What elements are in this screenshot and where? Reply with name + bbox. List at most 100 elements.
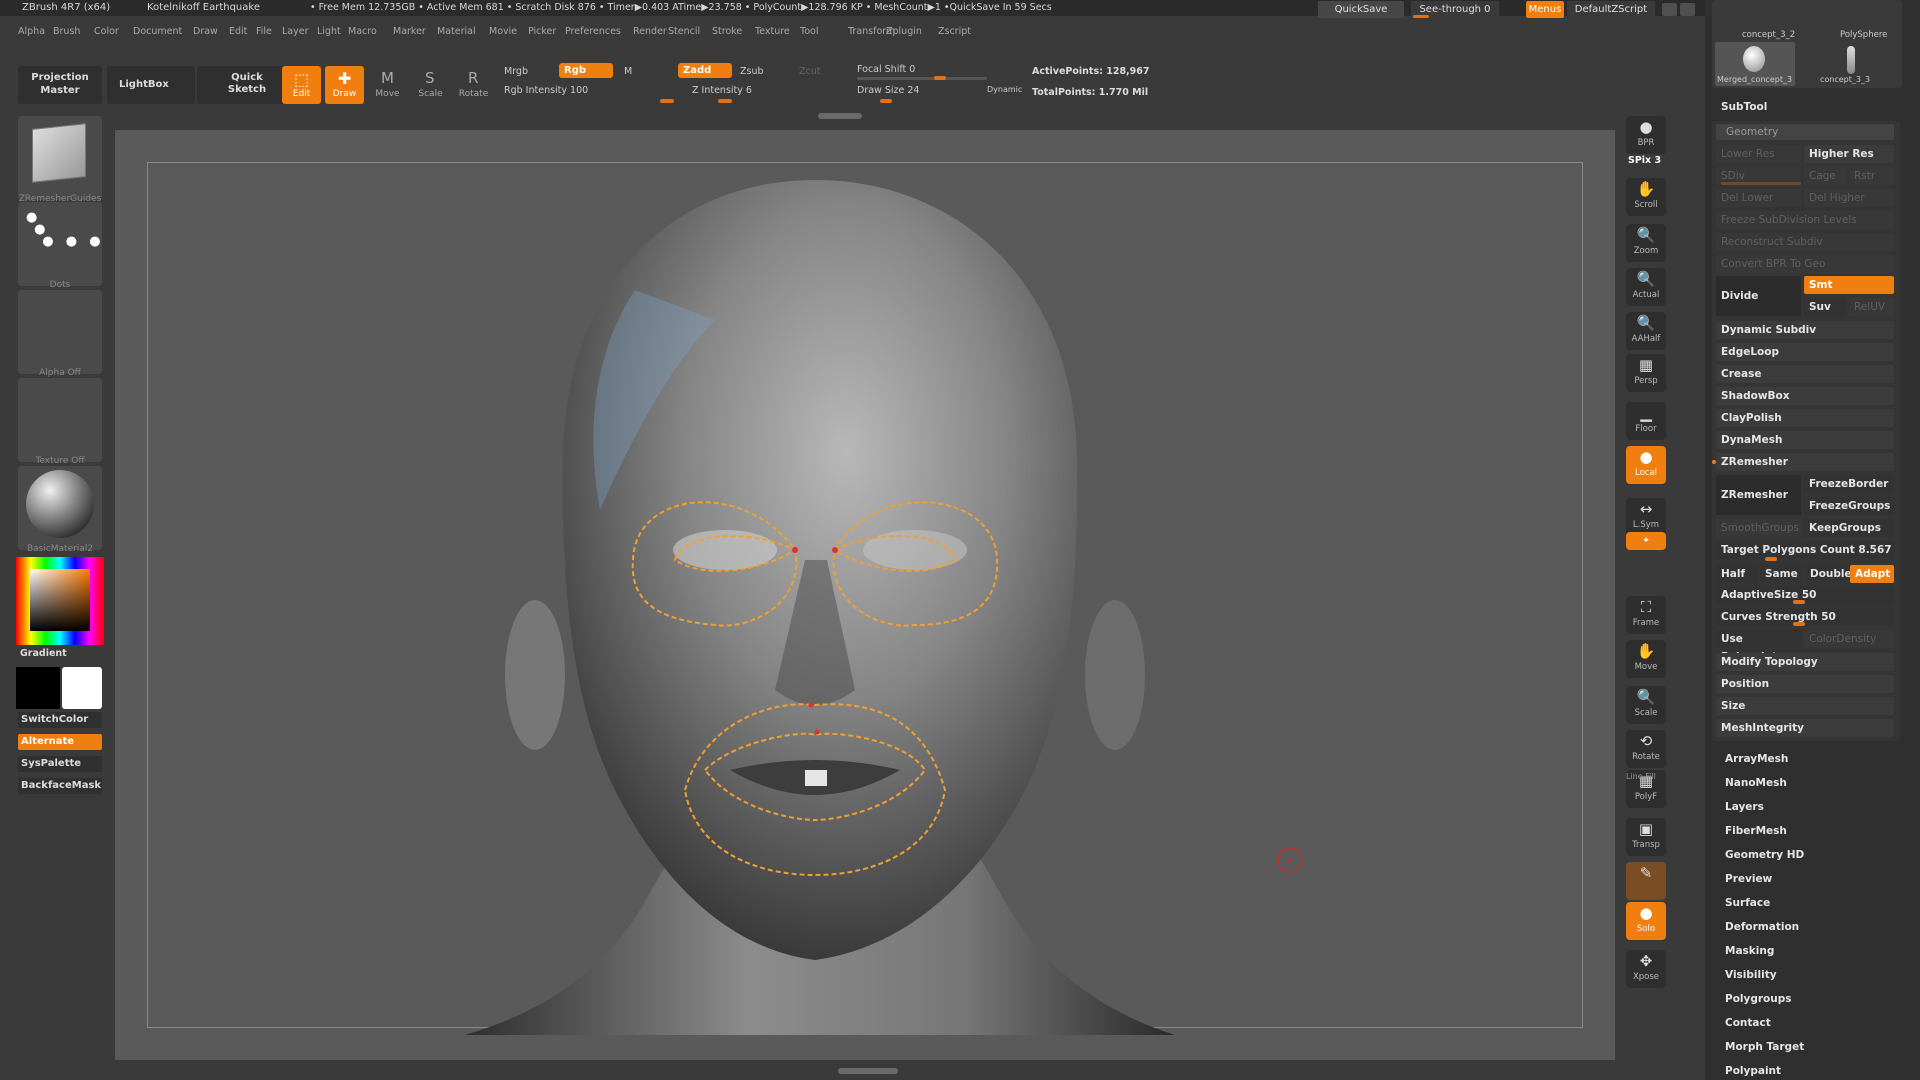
projection-master-button[interactable]: Projection Master <box>18 66 102 104</box>
zremesher-button[interactable]: ZRemesher <box>1716 475 1801 515</box>
secondary-color-swatch[interactable] <box>62 667 102 709</box>
focal-shift-slider[interactable]: Focal Shift 0 <box>857 64 915 75</box>
dots-stroke[interactable]: ● ● ● ● ● Dots <box>18 202 102 290</box>
rotate-button[interactable]: ⟲ Rotate <box>1626 730 1666 768</box>
main-color-swatch[interactable] <box>16 667 60 709</box>
ghost-button[interactable]: ✎ <box>1626 862 1666 900</box>
reluv-button[interactable]: RelUV <box>1849 298 1894 316</box>
position-section[interactable]: Position <box>1716 675 1894 693</box>
menu-macro[interactable]: Macro <box>348 26 377 37</box>
spix-slider[interactable]: SPix 3 <box>1628 155 1661 166</box>
menu-preferences[interactable]: Preferences <box>565 26 621 37</box>
claypolish-section[interactable]: ClayPolish <box>1716 409 1894 427</box>
section-morph-target[interactable]: Morph Target <box>1725 1041 1804 1053</box>
scale-button[interactable]: 🔍 Scale <box>1626 686 1666 724</box>
menu-layer[interactable]: Layer <box>282 26 309 37</box>
colordensity-slider[interactable]: ColorDensity <box>1804 630 1894 648</box>
section-deformation[interactable]: Deformation <box>1725 921 1799 933</box>
focal-shift-knob[interactable] <box>934 76 946 80</box>
section-surface[interactable]: Surface <box>1725 897 1770 909</box>
menu-stroke[interactable]: Stroke <box>712 26 742 37</box>
head-model[interactable] <box>115 130 1615 1060</box>
syspalette-button[interactable]: SysPalette <box>18 756 102 772</box>
section-nanomesh[interactable]: NanoMesh <box>1725 777 1787 789</box>
section-contact[interactable]: Contact <box>1725 1017 1771 1029</box>
curves-strength-knob[interactable] <box>1793 622 1805 626</box>
menu-file[interactable]: File <box>256 26 272 37</box>
section-polygroups[interactable]: Polygroups <box>1725 993 1792 1005</box>
lower-res-button[interactable]: Lower Res <box>1716 145 1801 163</box>
higher-res-button[interactable]: Higher Res <box>1804 145 1894 163</box>
adaptivesize-slider[interactable]: AdaptiveSize 50 <box>1716 586 1894 604</box>
menu-color[interactable]: Color <box>94 26 119 37</box>
menu-picker[interactable]: Picker <box>528 26 556 37</box>
polysphere-label[interactable]: PolySphere <box>1840 30 1887 40</box>
divide-button[interactable]: Divide <box>1716 276 1801 316</box>
section-layers[interactable]: Layers <box>1725 801 1764 813</box>
curves-strength-slider[interactable]: Curves Strength 50 <box>1716 608 1894 626</box>
quicksave-button[interactable]: QuickSave <box>1318 1 1404 18</box>
menu-zplugin[interactable]: Zplugin <box>886 26 922 37</box>
modify-topology-section[interactable]: Modify Topology <box>1716 653 1894 671</box>
zsub-button[interactable]: Zsub <box>740 66 764 77</box>
smoothgroups-slider[interactable]: SmoothGroups <box>1716 519 1801 537</box>
aahalf-button[interactable]: 🔍 AAHalf <box>1626 312 1666 350</box>
adapt-toggle[interactable]: Adapt <box>1850 565 1894 583</box>
default-zscript-button[interactable]: DefaultZScript <box>1567 1 1655 18</box>
freezegroups-toggle[interactable]: FreezeGroups <box>1804 497 1894 515</box>
menu-render[interactable]: Render <box>633 26 667 37</box>
section-arraymesh[interactable]: ArrayMesh <box>1725 753 1788 765</box>
menu-alpha[interactable]: Alpha <box>18 26 45 37</box>
focal-shift-track[interactable] <box>857 77 987 80</box>
rstr-button[interactable]: Rstr <box>1849 167 1894 185</box>
zadd-button[interactable]: Zadd <box>678 63 732 78</box>
lightbox-button[interactable]: LightBox <box>107 66 195 104</box>
menu-movie[interactable]: Movie <box>489 26 517 37</box>
half-button[interactable]: Half <box>1716 565 1758 583</box>
zoom-button[interactable]: 🔍 Zoom <box>1626 224 1666 262</box>
section-visibility[interactable]: Visibility <box>1725 969 1777 981</box>
menu-texture[interactable]: Texture <box>755 26 790 37</box>
menu-edit[interactable]: Edit <box>229 26 247 37</box>
adaptivesize-knob[interactable] <box>1793 600 1805 604</box>
canvas-scroll-grip[interactable] <box>838 1068 898 1074</box>
frame-button[interactable]: ⛶ Frame <box>1626 596 1666 634</box>
dynamic-subdiv-section[interactable]: Dynamic Subdiv <box>1716 321 1894 339</box>
draw-size-slider[interactable]: Draw Size 24 <box>857 85 919 96</box>
subtool-header[interactable]: SubTool <box>1721 101 1767 113</box>
color-picker[interactable] <box>16 557 104 645</box>
draw-button[interactable]: ✚ Draw <box>325 66 364 104</box>
menu-draw[interactable]: Draw <box>193 26 218 37</box>
gradient-label[interactable]: Gradient <box>20 648 67 659</box>
switchcolor-button[interactable]: SwitchColor <box>18 712 102 728</box>
same-button[interactable]: Same <box>1760 565 1802 583</box>
del-higher-button[interactable]: Del Higher <box>1804 189 1894 207</box>
merged-thumb[interactable]: Merged_concept_3 <box>1715 42 1795 86</box>
mrgb-button[interactable]: Mrgb <box>504 66 528 77</box>
menu-tool[interactable]: Tool <box>800 26 818 37</box>
rgb-intensity-knob[interactable] <box>660 99 674 103</box>
shadowbox-section[interactable]: ShadowBox <box>1716 387 1894 405</box>
section-masking[interactable]: Masking <box>1725 945 1774 957</box>
convert-bpr-button[interactable]: Convert BPR To Geo <box>1716 255 1894 273</box>
menu-marker[interactable]: Marker <box>393 26 426 37</box>
layout-icon[interactable] <box>1662 3 1677 16</box>
rotate-button[interactable]: R Rotate <box>454 66 493 104</box>
scroll-button[interactable]: ✋ Scroll <box>1626 178 1666 216</box>
menu-material[interactable]: Material <box>437 26 476 37</box>
transp-button[interactable]: ▣ Transp <box>1626 818 1666 856</box>
menus-button[interactable]: Menus <box>1526 1 1564 18</box>
persp-button[interactable]: ▦ Persp <box>1626 354 1666 392</box>
use-polypaint-toggle[interactable]: Use Polypaint <box>1716 630 1801 663</box>
sdiv-track[interactable] <box>1721 182 1801 185</box>
toolbar-scroll-grip[interactable] <box>818 113 862 119</box>
material-thumb[interactable]: BasicMaterial2 <box>18 466 102 554</box>
dynamic-button[interactable]: Dynamic <box>987 85 1022 94</box>
reconstruct-subdiv-button[interactable]: Reconstruct Subdiv <box>1716 233 1894 251</box>
del-lower-button[interactable]: Del Lower <box>1716 189 1801 207</box>
floor-button[interactable]: ▁ Floor <box>1626 402 1666 440</box>
scale-button[interactable]: S Scale <box>411 66 450 104</box>
solo-button[interactable]: ● Solo <box>1626 902 1666 940</box>
concept33-thumb[interactable]: concept_3_3 <box>1812 42 1892 86</box>
section-fibermesh[interactable]: FiberMesh <box>1725 825 1787 837</box>
